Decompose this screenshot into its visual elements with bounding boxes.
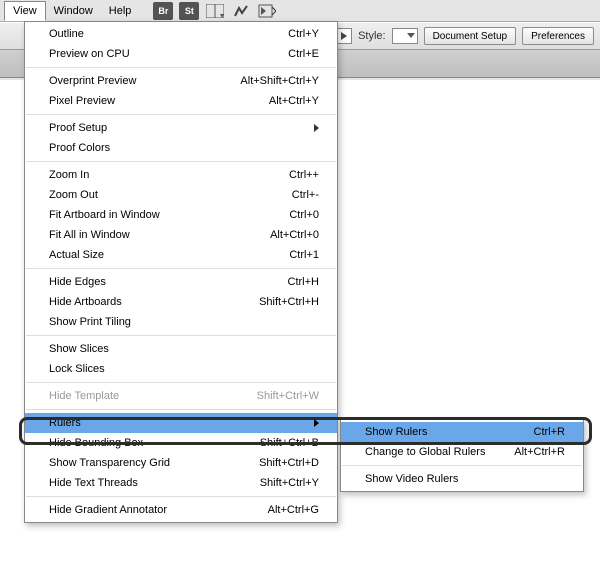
menu-label: Actual Size (49, 248, 104, 262)
menu-show-slices[interactable]: Show Slices (25, 339, 337, 359)
menu-shortcut: Shift+Ctrl+D (259, 456, 319, 470)
menu-zoom-out[interactable]: Zoom Out Ctrl+- (25, 185, 337, 205)
menu-hide-artboards[interactable]: Hide Artboards Shift+Ctrl+H (25, 292, 337, 312)
menu-label: Proof Setup (49, 121, 107, 135)
menu-print-tiling[interactable]: Show Print Tiling (25, 312, 337, 332)
menu-shortcut: Alt+Shift+Ctrl+Y (240, 74, 319, 88)
menu-label: Hide Text Threads (49, 476, 138, 490)
menu-label: Hide Template (49, 389, 119, 403)
menu-label: Show Print Tiling (49, 315, 131, 329)
menu-label: Outline (49, 27, 84, 41)
menu-shortcut: Ctrl++ (289, 168, 319, 182)
menu-separator (26, 67, 336, 68)
menu-label: Change to Global Rulers (365, 445, 485, 459)
submenu-show-rulers[interactable]: Show Rulers Ctrl+R (341, 422, 583, 442)
menu-shortcut: Alt+Ctrl+Y (269, 94, 319, 108)
menu-separator (26, 335, 336, 336)
menu-fit-all[interactable]: Fit All in Window Alt+Ctrl+0 (25, 225, 337, 245)
style-swatch[interactable] (392, 28, 418, 44)
menu-shortcut: Shift+Ctrl+H (259, 295, 319, 309)
menu-shortcut: Shift+Ctrl+Y (260, 476, 319, 490)
menu-hide-bounding-box[interactable]: Hide Bounding Box Shift+Ctrl+B (25, 433, 337, 453)
menu-separator (26, 496, 336, 497)
menu-label: Show Video Rulers (365, 472, 458, 486)
menu-shortcut: Ctrl+- (292, 188, 319, 202)
menu-hide-edges[interactable]: Hide Edges Ctrl+H (25, 272, 337, 292)
menu-lock-slices[interactable]: Lock Slices (25, 359, 337, 379)
search-icon[interactable] (257, 2, 277, 20)
menu-label: Zoom Out (49, 188, 98, 202)
menu-shortcut: Ctrl+E (288, 47, 319, 61)
menu-preview-cpu[interactable]: Preview on CPU Ctrl+E (25, 44, 337, 64)
menu-view[interactable]: View (4, 1, 46, 21)
menubar: View Window Help Br St (0, 0, 600, 22)
menu-help[interactable]: Help (101, 2, 140, 20)
menu-shortcut: Ctrl+1 (289, 248, 319, 262)
menu-shortcut: Alt+Ctrl+R (514, 445, 565, 459)
menu-shortcut: Ctrl+R (534, 425, 565, 439)
menu-label: Fit All in Window (49, 228, 130, 242)
menu-zoom-in[interactable]: Zoom In Ctrl++ (25, 165, 337, 185)
menu-shortcut: Ctrl+Y (288, 27, 319, 41)
stock-icon[interactable]: St (179, 2, 199, 20)
submenu-arrow-icon (314, 124, 319, 132)
menu-label: Proof Colors (49, 141, 110, 155)
menu-label: Show Slices (49, 342, 109, 356)
submenu-arrow-icon (314, 419, 319, 427)
menu-shortcut: Shift+Ctrl+B (260, 436, 319, 450)
menu-label: Lock Slices (49, 362, 105, 376)
menu-show-transparency-grid[interactable]: Show Transparency Grid Shift+Ctrl+D (25, 453, 337, 473)
menu-label: Show Transparency Grid (49, 456, 170, 470)
arrange-docs-icon[interactable] (205, 2, 225, 20)
rulers-submenu: Show Rulers Ctrl+R Change to Global Rule… (340, 419, 584, 492)
menu-label: Zoom In (49, 168, 89, 182)
menu-label: Hide Gradient Annotator (49, 503, 167, 517)
menu-separator (26, 382, 336, 383)
menu-proof-colors[interactable]: Proof Colors (25, 138, 337, 158)
menu-fit-artboard[interactable]: Fit Artboard in Window Ctrl+0 (25, 205, 337, 225)
menubar-icon-group: Br St (153, 2, 277, 20)
style-label: Style: (358, 30, 386, 42)
submenu-global-rulers[interactable]: Change to Global Rulers Alt+Ctrl+R (341, 442, 583, 462)
menu-shortcut: Shift+Ctrl+W (257, 389, 319, 403)
menu-rulers[interactable]: Rulers (25, 413, 337, 433)
menu-label: Overprint Preview (49, 74, 136, 88)
menu-hide-template: Hide Template Shift+Ctrl+W (25, 386, 337, 406)
menu-label: Hide Bounding Box (49, 436, 143, 450)
menu-label: Hide Artboards (49, 295, 122, 309)
menu-separator (26, 114, 336, 115)
menu-shortcut: Ctrl+H (288, 275, 319, 289)
menu-pixel-preview[interactable]: Pixel Preview Alt+Ctrl+Y (25, 91, 337, 111)
view-menu-dropdown: Outline Ctrl+Y Preview on CPU Ctrl+E Ove… (24, 21, 338, 523)
bridge-icon[interactable]: Br (153, 2, 173, 20)
menu-separator (26, 409, 336, 410)
menu-outline[interactable]: Outline Ctrl+Y (25, 24, 337, 44)
menu-overprint-preview[interactable]: Overprint Preview Alt+Shift+Ctrl+Y (25, 71, 337, 91)
submenu-video-rulers[interactable]: Show Video Rulers (341, 469, 583, 489)
menu-shortcut: Ctrl+0 (289, 208, 319, 222)
preferences-button[interactable]: Preferences (522, 27, 594, 45)
menu-separator (26, 268, 336, 269)
menu-actual-size[interactable]: Actual Size Ctrl+1 (25, 245, 337, 265)
menu-hide-text-threads[interactable]: Hide Text Threads Shift+Ctrl+Y (25, 473, 337, 493)
menu-label: Preview on CPU (49, 47, 130, 61)
menu-label: Show Rulers (365, 425, 427, 439)
menu-label: Rulers (49, 416, 81, 430)
menu-label: Hide Edges (49, 275, 106, 289)
menu-label: Fit Artboard in Window (49, 208, 160, 222)
menu-separator (26, 161, 336, 162)
menu-shortcut: Alt+Ctrl+0 (270, 228, 319, 242)
menu-shortcut: Alt+Ctrl+G (268, 503, 319, 517)
menu-label: Pixel Preview (49, 94, 115, 108)
document-setup-button[interactable]: Document Setup (424, 27, 517, 45)
gpu-icon[interactable] (231, 2, 251, 20)
menu-proof-setup[interactable]: Proof Setup (25, 118, 337, 138)
menu-separator (342, 465, 582, 466)
graphic-style-play-icon[interactable] (336, 28, 352, 44)
menu-hide-gradient-annotator[interactable]: Hide Gradient Annotator Alt+Ctrl+G (25, 500, 337, 520)
menu-window[interactable]: Window (46, 2, 101, 20)
